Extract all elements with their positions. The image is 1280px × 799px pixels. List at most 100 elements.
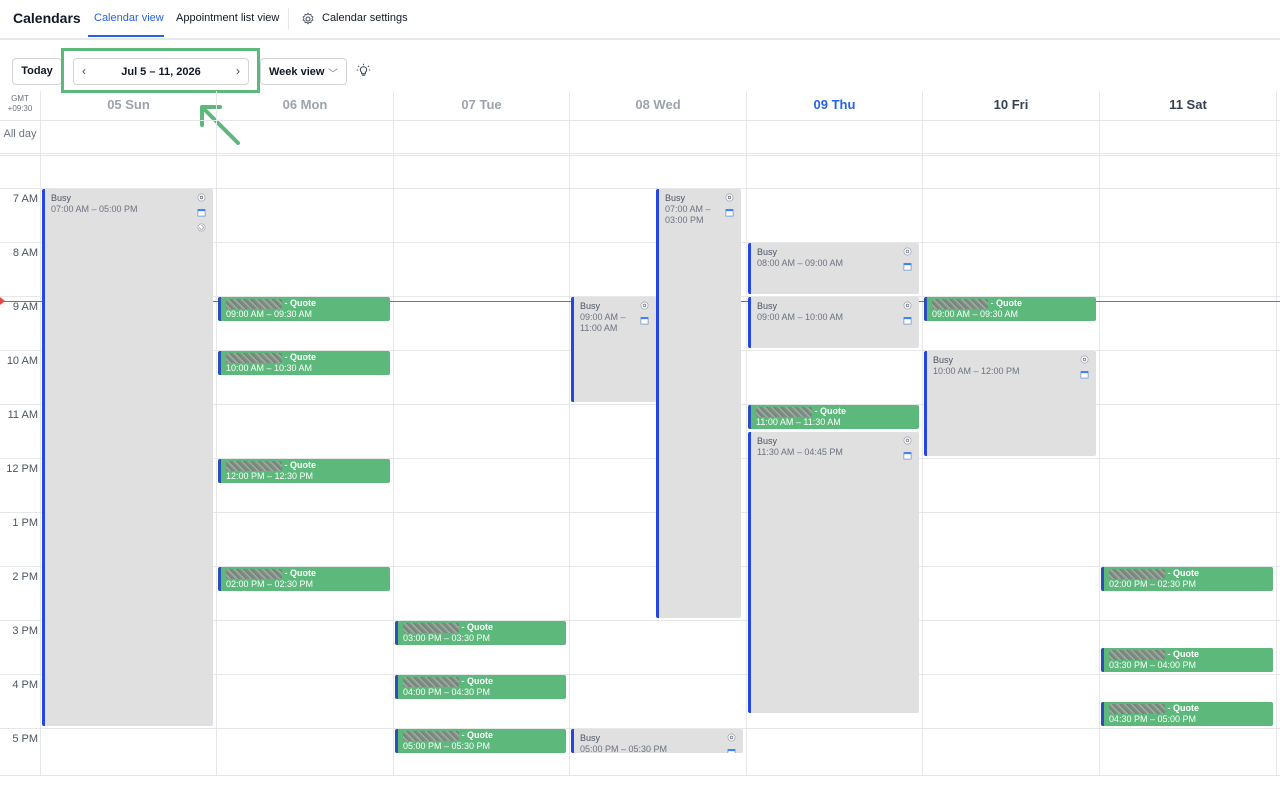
event-time: 10:00 AM – 10:30 AM bbox=[226, 363, 313, 373]
event-title: - Quote bbox=[1109, 703, 1268, 714]
hour-label: 12 PM bbox=[6, 463, 38, 475]
redacted-name bbox=[403, 730, 459, 741]
annotation-highlight-box bbox=[61, 48, 260, 93]
column-divider bbox=[1099, 91, 1100, 776]
quote-appointment[interactable]: - Quote 09:00 AM – 09:30 AM bbox=[924, 297, 1096, 321]
quote-appointment[interactable]: - Quote 09:00 AM – 09:30 AM bbox=[218, 297, 390, 321]
redacted-name bbox=[756, 406, 812, 417]
column-divider bbox=[216, 91, 217, 776]
event-time: 05:00 PM – 05:30 PM bbox=[580, 744, 668, 753]
event-title: - Quote bbox=[1109, 649, 1268, 660]
event-icons bbox=[725, 193, 735, 223]
calendar-icon bbox=[903, 316, 912, 325]
event-icons bbox=[903, 247, 913, 277]
day-header[interactable]: 05 Sun bbox=[40, 91, 216, 120]
day-header[interactable]: 08 Wed bbox=[569, 91, 746, 120]
event-title-text: - Quote bbox=[459, 730, 494, 740]
calendar-icon bbox=[640, 316, 649, 325]
hour-label: 8 AM bbox=[12, 247, 38, 259]
tab-divider bbox=[288, 8, 289, 30]
busy-event[interactable]: Busy 07:00 AM – 05:00 PM bbox=[42, 189, 213, 726]
busy-event[interactable]: Busy 08:00 AM – 09:00 AM bbox=[748, 243, 919, 294]
quote-appointment[interactable]: - Quote 11:00 AM – 11:30 AM bbox=[748, 405, 919, 429]
quote-appointment[interactable]: - Quote 04:30 PM – 05:00 PM bbox=[1101, 702, 1273, 726]
day-header[interactable]: 07 Tue bbox=[393, 91, 569, 120]
quote-appointment[interactable]: - Quote 10:00 AM – 10:30 AM bbox=[218, 351, 390, 375]
event-title-text: - Quote bbox=[282, 460, 317, 470]
event-time: 08:00 AM – 09:00 AM bbox=[757, 258, 844, 268]
event-time: 05:00 PM – 05:30 PM bbox=[403, 741, 491, 751]
busy-event[interactable]: Busy 10:00 AM – 12:00 PM bbox=[924, 351, 1096, 456]
event-title: - Quote bbox=[226, 460, 385, 471]
day-header[interactable]: 09 Thu bbox=[746, 91, 922, 120]
week-grid: GMT +09:30 All day 7 AM 8 AM 9 AM 10 AM 11 A… bbox=[0, 91, 1280, 776]
quote-appointment[interactable]: - Quote 04:00 PM – 04:30 PM bbox=[395, 675, 566, 699]
event-time: 12:00 PM – 12:30 PM bbox=[226, 471, 314, 481]
quote-appointment[interactable]: - Quote 03:00 PM – 03:30 PM bbox=[395, 621, 566, 645]
chevron-down-icon: ﹀ bbox=[328, 69, 338, 80]
grid-line bbox=[0, 153, 1280, 154]
event-title: Busy bbox=[51, 193, 72, 203]
event-time: 04:00 PM – 04:30 PM bbox=[403, 687, 491, 697]
event-title-text: - Quote bbox=[459, 676, 494, 686]
event-time: 09:00 AM – 10:00 AM bbox=[757, 312, 844, 322]
redacted-name bbox=[1109, 649, 1165, 660]
event-title: - Quote bbox=[403, 622, 561, 633]
busy-event[interactable]: Busy 11:30 AM – 04:45 PM bbox=[748, 432, 919, 713]
busy-event[interactable]: Busy 07:00 AM – 03:00 PM bbox=[656, 189, 741, 618]
redacted-name bbox=[403, 622, 459, 633]
lightbulb-icon[interactable] bbox=[356, 63, 371, 78]
event-icons bbox=[640, 301, 650, 331]
event-time: 03:00 PM – 03:30 PM bbox=[403, 633, 491, 643]
day-header[interactable]: 10 Fri bbox=[922, 91, 1099, 120]
view-select-label: Week view bbox=[269, 66, 325, 78]
busy-event[interactable]: Busy 05:00 PM – 05:30 PM bbox=[571, 729, 743, 753]
quote-appointment[interactable]: - Quote 02:00 PM – 02:30 PM bbox=[1101, 567, 1273, 591]
tab-calendar-view[interactable]: Calendar view bbox=[94, 12, 164, 24]
column-divider bbox=[1276, 91, 1277, 776]
gear-icon bbox=[903, 436, 912, 445]
gear-icon[interactable] bbox=[301, 12, 315, 26]
day-header[interactable]: 11 Sat bbox=[1099, 91, 1276, 120]
today-button[interactable]: Today bbox=[12, 58, 62, 85]
event-time: 02:00 PM – 02:30 PM bbox=[1109, 579, 1197, 589]
quote-appointment[interactable]: - Quote 02:00 PM – 02:30 PM bbox=[218, 567, 390, 591]
event-icons bbox=[727, 733, 737, 753]
column-divider bbox=[569, 91, 570, 776]
gear-icon bbox=[1080, 355, 1089, 364]
event-title: Busy bbox=[757, 247, 778, 257]
redacted-name bbox=[226, 568, 282, 579]
column-divider bbox=[922, 91, 923, 776]
gear-icon bbox=[903, 301, 912, 310]
day-header[interactable]: 06 Mon bbox=[216, 91, 393, 120]
event-icons bbox=[1080, 355, 1090, 385]
view-select[interactable]: Week view ﹀ bbox=[260, 58, 347, 85]
grid-line bbox=[0, 120, 1280, 121]
hour-label: 11 AM bbox=[7, 409, 38, 421]
hour-label: 7 AM bbox=[12, 193, 38, 205]
hour-label: 2 PM bbox=[12, 571, 38, 583]
busy-event[interactable]: Busy 09:00 AM – 11:00 AM bbox=[571, 297, 656, 402]
grid-line bbox=[0, 775, 1280, 776]
redacted-name bbox=[403, 676, 459, 687]
event-title-text: - Quote bbox=[1165, 568, 1200, 578]
calendar-icon bbox=[725, 208, 734, 217]
gear-icon bbox=[725, 193, 734, 202]
event-time: 07:00 AM – 05:00 PM bbox=[51, 204, 138, 214]
event-title: - Quote bbox=[756, 406, 914, 417]
redacted-name bbox=[1109, 568, 1165, 579]
event-time: 03:30 PM – 04:00 PM bbox=[1109, 660, 1197, 670]
quote-appointment[interactable]: - Quote 12:00 PM – 12:30 PM bbox=[218, 459, 390, 483]
active-tab-indicator bbox=[88, 35, 164, 37]
event-title: - Quote bbox=[226, 352, 385, 363]
calendar-settings-button[interactable]: Calendar settings bbox=[322, 12, 408, 24]
quote-appointment[interactable]: - Quote 05:00 PM – 05:30 PM bbox=[395, 729, 566, 753]
quote-appointment[interactable]: - Quote 03:30 PM – 04:00 PM bbox=[1101, 648, 1273, 672]
event-title: - Quote bbox=[932, 298, 1091, 309]
event-title: Busy bbox=[933, 355, 954, 365]
gear-icon bbox=[640, 301, 649, 310]
calendar-icon bbox=[197, 208, 206, 217]
tab-appointment-list-view[interactable]: Appointment list view bbox=[176, 12, 279, 24]
busy-event[interactable]: Busy 09:00 AM – 10:00 AM bbox=[748, 297, 919, 348]
event-time: 09:00 AM – 09:30 AM bbox=[932, 309, 1019, 319]
